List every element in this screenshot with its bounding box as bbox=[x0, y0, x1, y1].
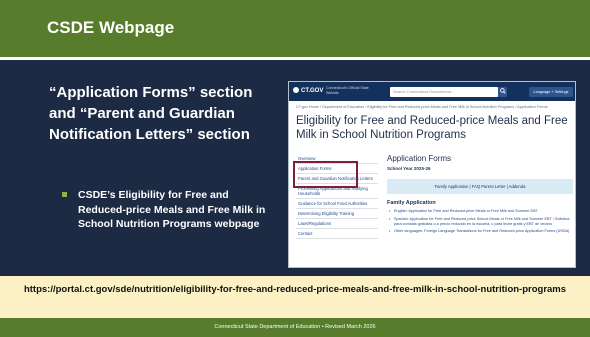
ct-logo-icon bbox=[293, 87, 299, 93]
highlight-box bbox=[293, 161, 358, 188]
search-icon bbox=[499, 88, 506, 94]
family-application-heading: Family Application bbox=[387, 200, 436, 206]
form-links-box: Family Application | FAQ Parent Letter |… bbox=[387, 179, 573, 194]
page-title: Eligibility for Free and Reduced-price M… bbox=[296, 115, 568, 141]
slide: CSDE Webpage “Application Forms” section… bbox=[0, 0, 590, 337]
form-links[interactable]: Family Application | FAQ Parent Letter |… bbox=[387, 184, 573, 189]
search-button[interactable] bbox=[498, 87, 507, 97]
school-year: School Year 2025-26 bbox=[387, 166, 431, 171]
search-placeholder: Search Connecticut Government... bbox=[393, 89, 455, 94]
breadcrumb: CT.gov Home / Department of Education / … bbox=[296, 105, 548, 109]
section-title: Application Forms bbox=[387, 154, 452, 163]
official-site-text: Connecticut's Official State Website bbox=[326, 86, 369, 95]
url-band: https://portal.ct.gov/sde/nutrition/elig… bbox=[0, 276, 590, 318]
nav-item-contact[interactable]: Contact bbox=[296, 229, 378, 239]
family-application-list: English: Application for Free and Reduce… bbox=[389, 209, 573, 237]
footer-bar: Connecticut State Department of Educatio… bbox=[0, 318, 590, 337]
bullet-square-icon bbox=[62, 192, 67, 197]
footer-text: Connecticut State Department of Educatio… bbox=[214, 324, 376, 330]
nav-item-training[interactable]: Determining Eligibility Training bbox=[296, 209, 378, 219]
bullet-text: CSDE’s Eligibility for Free and Reduced-… bbox=[78, 189, 266, 230]
ct-gov-logo[interactable]: CT.GOV bbox=[293, 87, 323, 94]
title-bar: CSDE Webpage bbox=[0, 0, 590, 57]
list-item[interactable]: Spanish: Application for Free and Reduce… bbox=[389, 217, 573, 227]
slide-title: CSDE Webpage bbox=[47, 18, 175, 37]
nav-item-guidance[interactable]: Guidance for School Food Authorities bbox=[296, 199, 378, 209]
list-item[interactable]: Other languages: Foreign Language Transl… bbox=[389, 229, 573, 234]
search-input[interactable]: Search Connecticut Government... bbox=[390, 87, 498, 97]
webpage-screenshot: CT.GOV Connecticut's Official State Webs… bbox=[288, 81, 576, 268]
section-heading: “Application Forms” section and “Parent … bbox=[49, 84, 253, 143]
site-header: CT.GOV Connecticut's Official State Webs… bbox=[289, 82, 575, 101]
nav-item-laws[interactable]: Laws/Regulations bbox=[296, 219, 378, 229]
language-settings-button[interactable]: Language + Settings bbox=[529, 87, 573, 97]
list-item[interactable]: English: Application for Free and Reduce… bbox=[389, 209, 573, 214]
webpage-url[interactable]: https://portal.ct.gov/sde/nutrition/elig… bbox=[0, 283, 590, 296]
